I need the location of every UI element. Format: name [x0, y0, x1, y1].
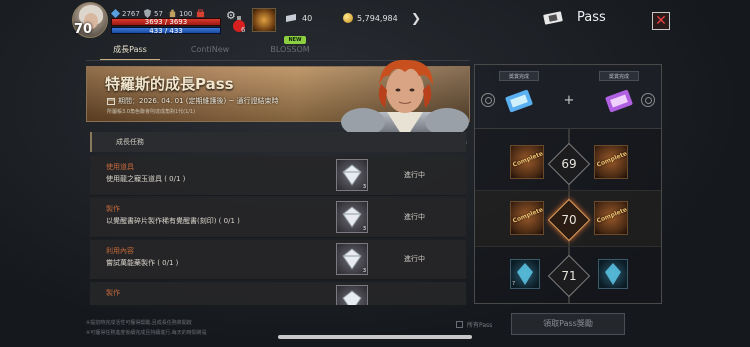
premium-reward-slot[interactable]: Complete: [594, 201, 628, 235]
task-reward-item[interactable]: 3: [336, 243, 368, 275]
reward-count: 3: [362, 268, 366, 274]
complete-stamp: Complete: [511, 150, 544, 169]
task-description: 嘗試萬能藥製作 ( 0/1 ): [106, 259, 179, 267]
top-hud: 70 2767 57 100 3693 / 3693 433 / 433 ⚙ 6…: [0, 0, 750, 40]
calendar-icon: [107, 98, 115, 105]
crystal-icon: [605, 263, 621, 285]
premium-reward-slot[interactable]: [598, 259, 628, 289]
combat-power-value: 2767: [122, 9, 140, 18]
chevron-right-icon[interactable]: ❯: [408, 10, 424, 26]
track-level: 71: [561, 269, 577, 283]
task-reward-item[interactable]: [336, 285, 368, 305]
page-title: Pass: [577, 10, 606, 25]
reward-count: 3: [362, 226, 366, 232]
track-row: Complete 70 Complete: [475, 191, 661, 247]
player-level: 70: [74, 22, 93, 37]
banner-title: 特羅斯的成長Pass: [105, 75, 234, 93]
crystal-icon: [517, 263, 533, 285]
task-status: 進行中: [404, 255, 425, 263]
banner-period: 期間：2026. 04. 01 (定期維護後) ~ 通行證結束時: [107, 96, 279, 106]
stat-three-value: 100: [179, 9, 193, 18]
combat-power-icon: [111, 9, 120, 18]
premium-reward-slot[interactable]: Complete: [594, 145, 628, 179]
shield-icon: [143, 9, 152, 18]
search-icon[interactable]: [641, 93, 655, 107]
close-button[interactable]: ✕: [652, 12, 670, 30]
claim-pass-reward-button[interactable]: 領取Pass獎勵: [511, 313, 625, 335]
bag-icon: [196, 9, 205, 18]
pass-tabs: 成長Pass ContiNew BLOSSOM: [90, 42, 330, 61]
tab-growth-pass[interactable]: 成長Pass: [90, 42, 170, 61]
plus-sign: +: [563, 93, 575, 108]
weight-icon: [169, 9, 176, 18]
footer-note-line: ※可獲得任務進度後續完成且持續進行,每天的時間將是: [86, 330, 207, 336]
tab-blossom[interactable]: BLOSSOM: [250, 42, 330, 60]
purple-ticket-icon[interactable]: [601, 83, 637, 119]
search-icon[interactable]: [481, 93, 495, 107]
task-category: 利用內容: [106, 247, 134, 255]
complete-stamp: Complete: [595, 150, 628, 169]
task-category: 使用道具: [106, 163, 134, 171]
gem-icon: [342, 290, 362, 305]
track-level: 70: [561, 213, 577, 227]
banner-period-text: 期間：2026. 04. 01 (定期維護後) ~ 通行證結束時: [118, 97, 279, 105]
task-reward-item[interactable]: 3: [336, 159, 368, 191]
gold-coin-icon: [343, 13, 353, 23]
silver-amount: 40: [302, 14, 313, 23]
task-category: 製作: [106, 289, 120, 297]
potion-count: 6: [241, 26, 246, 34]
task-reward-item[interactable]: 3: [336, 201, 368, 233]
task-description: 使用龍之寵玉道具 ( 0/1 ): [106, 175, 186, 183]
growth-tasks-header: 成長任務: [90, 132, 466, 152]
all-pass-checkbox[interactable]: [456, 321, 463, 328]
task-status: 進行中: [404, 171, 425, 179]
blue-ticket-icon[interactable]: [501, 83, 537, 119]
task-row: 利用內容 嘗試萬能藥製作 ( 0/1 ) 3 進行中: [90, 240, 466, 280]
stat-combat-power: 2767: [111, 9, 140, 18]
complete-stamp: Complete: [511, 206, 544, 225]
banner-note: 所屬帳3.0角色聯會則達成角對1代(1/1): [107, 109, 196, 115]
free-track-label: 獎賞完成: [499, 71, 539, 81]
stat-three: 100: [168, 9, 192, 18]
stat-two-value: 57: [154, 9, 163, 18]
free-reward-slot[interactable]: Complete: [510, 145, 544, 179]
free-reward-slot[interactable]: Complete: [510, 201, 544, 235]
silver-bar-icon: [286, 14, 296, 22]
tab-continew[interactable]: ContiNew: [170, 42, 250, 60]
hero-character-illustration: [341, 59, 469, 144]
gold-amount: 5,794,984: [357, 14, 398, 23]
task-row: 製作: [90, 282, 466, 306]
new-badge: NEW: [284, 36, 306, 44]
task-row: 使用道具 使用龍之寵玉道具 ( 0/1 ) 3 進行中: [90, 156, 466, 196]
task-category: 製作: [106, 205, 120, 213]
track-row: Complete 69 Complete: [475, 135, 661, 191]
track-level: 69: [561, 157, 577, 171]
footer-notes: ※提前時完成活性可獲得獎勵,且成長任務將開啟 ※可獲得任務進度後續完成且持續進行…: [86, 318, 207, 338]
all-pass-label: 所有Pass: [467, 322, 493, 329]
buff-skill-slot[interactable]: [252, 8, 276, 32]
track-header: 獎賞完成 獎賞完成 +: [475, 65, 661, 129]
mp-text: 433 / 433: [149, 27, 183, 35]
ticket-icon: [543, 10, 563, 25]
footer-note-line: ※提前時完成活性可獲得獎勵,且成長任務將開啟: [86, 320, 192, 326]
pass-reward-track: 獎賞完成 獎賞完成 + Complete 69 Complete Complet…: [474, 64, 662, 304]
task-status: 進行中: [404, 213, 425, 221]
complete-stamp: Complete: [595, 206, 628, 225]
task-row: 製作 以覺醒書碎片製作稀有覺醒書(刻印) ( 0/1 ) 3 進行中: [90, 198, 466, 238]
section-title: 成長任務: [116, 138, 144, 146]
stat-two: 57: [143, 9, 163, 18]
hp-text: 3693 / 3693: [144, 18, 188, 26]
pass-header: Pass: [543, 10, 606, 25]
track-row: 7 71: [475, 247, 661, 303]
free-reward-slot[interactable]: 7: [510, 259, 540, 289]
reward-count: 3: [362, 184, 366, 190]
mp-bar: 433 / 433: [111, 27, 221, 35]
stat-four: [196, 9, 205, 18]
close-icon: ✕: [655, 13, 667, 29]
home-indicator[interactable]: [278, 335, 472, 339]
premium-track-label: 獎賞完成: [599, 71, 639, 81]
task-description: 以覺醒書碎片製作稀有覺醒書(刻印) ( 0/1 ): [106, 217, 240, 225]
slot-count: 7: [512, 281, 516, 287]
hp-bar: 3693 / 3693: [111, 18, 221, 26]
